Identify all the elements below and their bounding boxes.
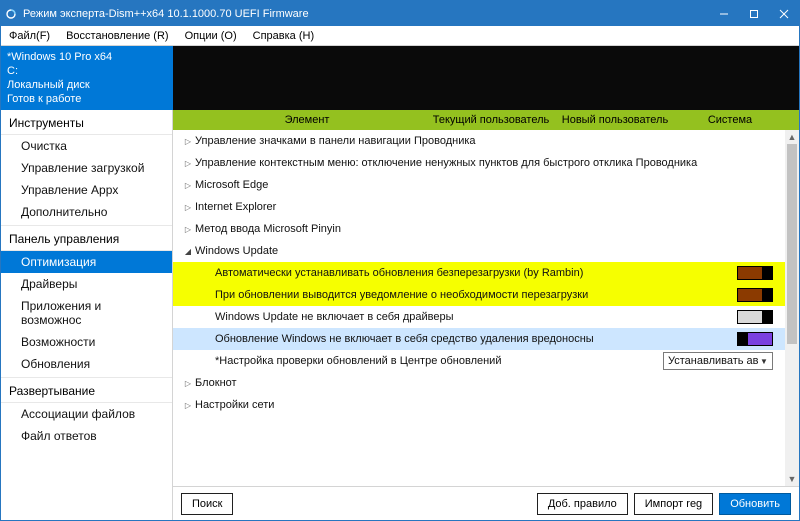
toggle-auto-install[interactable]: [737, 266, 773, 280]
info-disk: Локальный диск: [7, 78, 167, 92]
group-notepad[interactable]: Блокнот: [173, 372, 785, 394]
col-current-user[interactable]: Текущий пользователь: [427, 114, 555, 126]
app-window: Режим эксперта-Dism++x64 10.1.1000.70 UE…: [0, 0, 800, 521]
maximize-button[interactable]: [739, 1, 769, 26]
column-header: Элемент Текущий пользователь Новый польз…: [173, 110, 799, 130]
chevron-right-icon: [181, 202, 195, 212]
scroll-up-icon[interactable]: ▲: [785, 130, 799, 144]
image-info-box[interactable]: *Windows 10 Pro x64 C: Локальный диск Го…: [1, 46, 173, 110]
chevron-right-icon: [181, 378, 195, 388]
sidebar-item-boot[interactable]: Управление загрузкой: [1, 157, 172, 179]
app-icon: [1, 8, 21, 20]
group-pinyin[interactable]: Метод ввода Microsoft Pinyin: [173, 218, 785, 240]
scroll-down-icon[interactable]: ▼: [785, 472, 799, 486]
minimize-button[interactable]: [709, 1, 739, 26]
chevron-right-icon: [181, 224, 195, 234]
title-bar: Режим эксперта-Dism++x64 10.1.1000.70 UE…: [1, 1, 799, 26]
scroll-track[interactable]: [785, 144, 799, 472]
menu-restore[interactable]: Восстановление (R): [58, 26, 176, 46]
vertical-scrollbar[interactable]: ▲ ▼: [785, 130, 799, 486]
sidebar-item-optimization[interactable]: Оптимизация: [1, 251, 172, 273]
sidebar-section-controlpanel: Панель управления: [1, 226, 172, 251]
chevron-right-icon: [181, 400, 195, 410]
chevron-right-icon: [181, 180, 195, 190]
footer-bar: Поиск Доб. правило Импорт reg Обновить: [173, 486, 799, 520]
toggle-exclude-drivers[interactable]: [737, 310, 773, 324]
combo-wu-mode[interactable]: Устанавливать авт ▼: [663, 352, 773, 370]
settings-rows: Управление значками в панели навигации П…: [173, 130, 785, 486]
info-status: Готов к работе: [7, 92, 167, 106]
group-ie[interactable]: Internet Explorer: [173, 196, 785, 218]
menu-options[interactable]: Опции (O): [177, 26, 245, 46]
refresh-button[interactable]: Обновить: [719, 493, 791, 515]
toggle-reboot-notify[interactable]: [737, 288, 773, 302]
sidebar-item-cleanup[interactable]: Очистка: [1, 135, 172, 157]
group-ms-edge[interactable]: Microsoft Edge: [173, 174, 785, 196]
window-title: Режим эксперта-Dism++x64 10.1.1000.70 UE…: [21, 8, 709, 20]
chevron-right-icon: [181, 136, 195, 146]
sidebar-section-tools: Инструменты: [1, 110, 172, 135]
sidebar-section-deployment: Развертывание: [1, 378, 172, 403]
menu-file[interactable]: Файл(F): [1, 26, 58, 46]
chevron-down-icon: [181, 246, 195, 256]
sidebar-item-appx[interactable]: Управление Appx: [1, 179, 172, 201]
group-explorer-nav-icons[interactable]: Управление значками в панели навигации П…: [173, 130, 785, 152]
add-rule-button[interactable]: Доб. правило: [537, 493, 628, 515]
sidebar: Инструменты Очистка Управление загрузкой…: [1, 110, 173, 520]
setting-wu-exclude-mrt[interactable]: Обновление Windows не включает в себя ср…: [173, 328, 785, 350]
setting-wu-check-config[interactable]: *Настройка проверки обновлений в Центре …: [173, 350, 785, 372]
toggle-exclude-mrt[interactable]: [737, 332, 773, 346]
sidebar-item-apps-features[interactable]: Приложения и возможнос: [1, 295, 172, 331]
chevron-right-icon: [181, 158, 195, 168]
import-reg-button[interactable]: Импорт reg: [634, 493, 713, 515]
close-button[interactable]: [769, 1, 799, 26]
col-system[interactable]: Система: [675, 114, 785, 126]
setting-auto-install-no-reboot[interactable]: Автоматически устанавливать обновления б…: [173, 262, 785, 284]
search-button[interactable]: Поиск: [181, 493, 233, 515]
sidebar-item-drivers[interactable]: Драйверы: [1, 273, 172, 295]
setting-wu-exclude-drivers[interactable]: Windows Update не включает в себя драйве…: [173, 306, 785, 328]
chevron-down-icon: ▼: [758, 357, 770, 366]
group-context-menu[interactable]: Управление контекстным меню: отключение …: [173, 152, 785, 174]
scroll-thumb[interactable]: [787, 144, 797, 344]
image-info-bar: *Windows 10 Pro x64 C: Локальный диск Го…: [1, 46, 799, 110]
sidebar-item-file-assoc[interactable]: Ассоциации файлов: [1, 403, 172, 425]
group-network-settings[interactable]: Настройки сети: [173, 394, 785, 416]
menu-help[interactable]: Справка (H): [245, 26, 322, 46]
menu-bar: Файл(F) Восстановление (R) Опции (O) Спр…: [1, 26, 799, 46]
main-panel: Элемент Текущий пользователь Новый польз…: [173, 110, 799, 520]
group-windows-update[interactable]: Windows Update: [173, 240, 785, 262]
settings-list: Управление значками в панели навигации П…: [173, 130, 799, 486]
sidebar-item-updates[interactable]: Обновления: [1, 353, 172, 375]
sidebar-item-answer-file[interactable]: Файл ответов: [1, 425, 172, 447]
main-body: Инструменты Очистка Управление загрузкой…: [1, 110, 799, 520]
sidebar-item-features[interactable]: Возможности: [1, 331, 172, 353]
sidebar-item-advanced[interactable]: Дополнительно: [1, 201, 172, 223]
info-os: *Windows 10 Pro x64: [7, 50, 167, 64]
col-new-user[interactable]: Новый пользователь: [555, 114, 675, 126]
setting-reboot-notify[interactable]: При обновлении выводится уведомление о н…: [173, 284, 785, 306]
col-element[interactable]: Элемент: [187, 114, 427, 126]
info-drive: C:: [7, 64, 167, 78]
